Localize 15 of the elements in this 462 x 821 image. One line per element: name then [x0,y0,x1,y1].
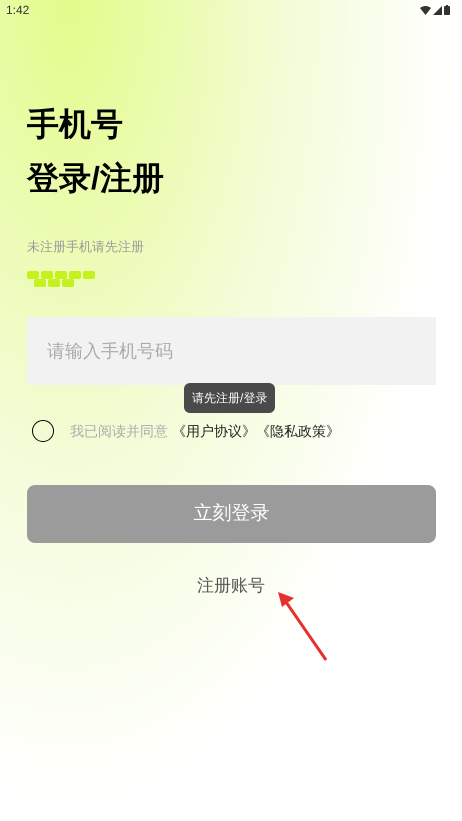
agreement-link[interactable]: 《隐私政策》 [256,420,340,442]
page-title: 手机号 [27,105,124,144]
agreement-link[interactable]: 《用户协议》 [172,420,256,442]
status-time: 1:42 [6,2,30,19]
checker-drawing [27,269,97,289]
agreement-text: 我已阅读并同意 [70,422,168,440]
subtitle: 未注册手机请先注册 [27,238,145,256]
agreement-checkbox[interactable] [32,420,54,442]
page-title: 登录/注册 [27,159,165,198]
phone-input-field[interactable]: 请输入手机号码 [27,317,436,385]
tooltip: 请先注册/登录 [184,383,276,413]
signal-icon [433,6,442,14]
battery-icon [444,5,450,15]
wifi-icon [420,6,431,14]
register-link[interactable]: 注册账号 [197,573,265,598]
